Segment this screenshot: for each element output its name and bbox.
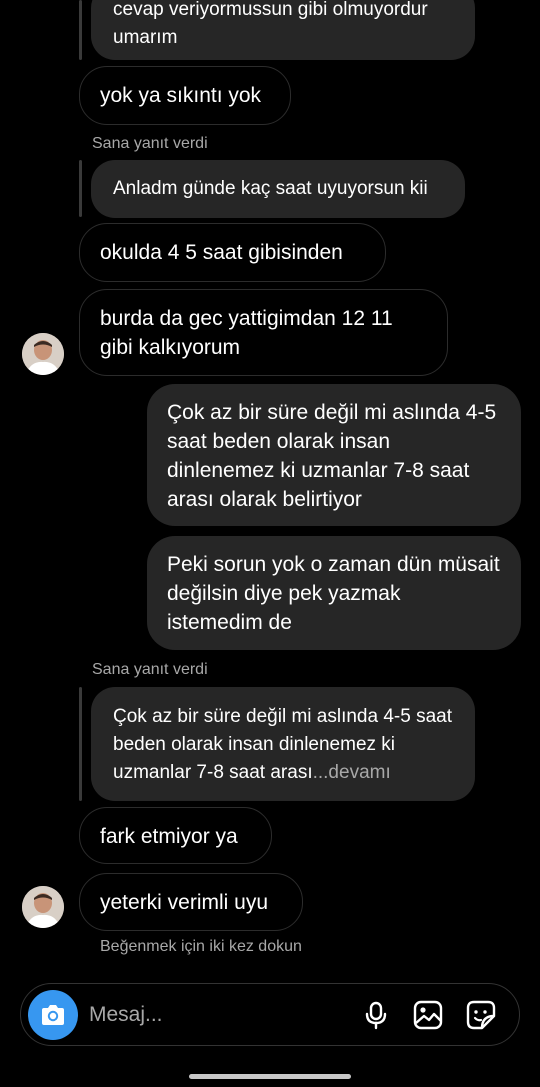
quote-bar: [79, 687, 82, 801]
avatar[interactable]: [22, 886, 64, 928]
quoted-message[interactable]: cevap veriyormussun gibi olmuyordur umar…: [91, 0, 475, 60]
avatar[interactable]: [22, 333, 64, 375]
avatar-photo: [22, 333, 64, 375]
quote-bar: [79, 160, 82, 217]
camera-icon: [42, 1005, 64, 1025]
home-indicator[interactable]: [189, 1074, 351, 1079]
incoming-message[interactable]: yeterki verimli uyu: [79, 873, 303, 931]
quoted-message-text: Anladm günde kaç saat uyuyorsun kii: [113, 178, 428, 199]
outgoing-message[interactable]: Çok az bir süre değil mi aslında 4-5 saa…: [147, 384, 521, 526]
replied-label: Sana yanıt verdi: [92, 661, 208, 678]
incoming-message[interactable]: burda da gec yattigimdan 12 11 gibi kalk…: [79, 289, 448, 376]
sticker-icon[interactable]: [466, 1000, 496, 1030]
like-hint: Beğenmek için iki kez dokun: [100, 938, 302, 955]
quote-bar: [79, 0, 82, 60]
incoming-message[interactable]: yok ya sıkıntı yok: [79, 66, 291, 125]
quoted-message-text: cevap veriyormussun gibi olmuyordur umar…: [113, 0, 428, 48]
outgoing-message[interactable]: Peki sorun yok o zaman dün müsait değils…: [147, 536, 521, 650]
message-composer: [20, 983, 520, 1046]
message-text: yeterki verimli uyu: [100, 891, 269, 914]
message-text: Çok az bir süre değil mi aslında 4-5 saa…: [167, 401, 497, 511]
message-text: fark etmiyor ya: [100, 825, 238, 848]
incoming-message[interactable]: fark etmiyor ya: [79, 807, 272, 864]
microphone-icon[interactable]: [361, 1000, 391, 1030]
message-text: Peki sorun yok o zaman dün müsait değils…: [167, 553, 500, 634]
message-text: yok ya sıkıntı yok: [100, 84, 262, 107]
camera-button[interactable]: [28, 990, 78, 1040]
message-text: burda da gec yattigimdan 12 11 gibi kalk…: [100, 307, 393, 359]
avatar-photo: [22, 886, 64, 928]
replied-label: Sana yanıt verdi: [92, 135, 208, 152]
read-more-link[interactable]: ...devamı: [313, 762, 391, 783]
message-text: okulda 4 5 saat gibisinden: [100, 241, 343, 264]
quoted-message[interactable]: Çok az bir süre değil mi aslında 4-5 saa…: [91, 687, 475, 801]
incoming-message[interactable]: okulda 4 5 saat gibisinden: [79, 223, 386, 282]
gallery-icon[interactable]: [413, 1000, 443, 1030]
message-input[interactable]: [87, 998, 341, 1032]
quoted-message-text: Çok az bir süre değil mi aslında 4-5 saa…: [113, 706, 452, 783]
quoted-message[interactable]: Anladm günde kaç saat uyuyorsun kii: [91, 160, 465, 218]
